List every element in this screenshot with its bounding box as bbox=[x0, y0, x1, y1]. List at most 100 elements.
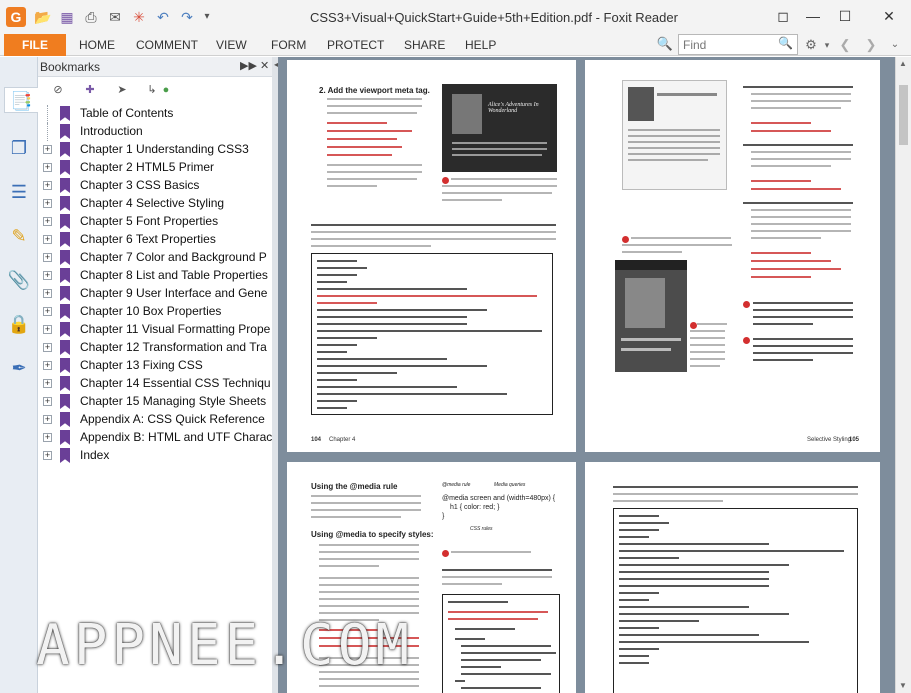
bookmark-flag-icon bbox=[60, 142, 70, 157]
bookmark-item[interactable]: + Chapter 13 Fixing CSS bbox=[38, 357, 272, 375]
menu-form[interactable]: FORM bbox=[271, 38, 306, 52]
layers-icon[interactable]: ☰ bbox=[6, 179, 32, 205]
expand-toggle-icon[interactable]: + bbox=[43, 217, 52, 226]
signature-icon[interactable]: ✒ bbox=[6, 355, 32, 381]
bookmark-item[interactable]: + Chapter 5 Font Properties bbox=[38, 213, 272, 231]
bookmark-item[interactable]: + Chapter 12 Transformation and Tra bbox=[38, 339, 272, 357]
expand-toggle-icon[interactable]: + bbox=[43, 379, 52, 388]
bookmark-flag-icon bbox=[60, 250, 70, 265]
bookmark-item[interactable]: + Chapter 6 Text Properties bbox=[38, 231, 272, 249]
code-listing-4-19 bbox=[613, 508, 858, 693]
bookmark-item[interactable]: Table of Contents bbox=[38, 105, 272, 123]
bookmark-item[interactable]: + Index bbox=[38, 447, 272, 465]
settings-dropdown-icon[interactable]: ▾ bbox=[818, 35, 836, 55]
bookmark-item[interactable]: + Appendix B: HTML and UTF Charac bbox=[38, 429, 272, 447]
expand-toggle-icon[interactable]: + bbox=[43, 181, 52, 190]
bookmark-item[interactable]: + Chapter 1 Understanding CSS3 bbox=[38, 141, 272, 159]
expand-toggle-icon[interactable]: + bbox=[43, 397, 52, 406]
bookmark-item[interactable]: + Chapter 7 Color and Background P bbox=[38, 249, 272, 267]
expand-toggle-icon[interactable]: + bbox=[43, 325, 52, 334]
menu-view[interactable]: VIEW bbox=[216, 38, 247, 52]
bookmark-flag-icon bbox=[60, 322, 70, 337]
bookmark-flag-icon bbox=[60, 178, 70, 193]
expand-toggle-icon[interactable]: + bbox=[43, 145, 52, 154]
file-tab[interactable]: FILE bbox=[4, 34, 66, 56]
menu-share[interactable]: SHARE bbox=[404, 38, 445, 52]
find-previous-icon[interactable]: ❮ bbox=[836, 35, 854, 55]
scrollbar-thumb[interactable] bbox=[899, 85, 908, 145]
open-folder-icon[interactable]: 📂 bbox=[34, 8, 52, 26]
bookmark-item[interactable]: + Chapter 2 HTML5 Primer bbox=[38, 159, 272, 177]
security-icon[interactable]: 🔒 bbox=[6, 311, 32, 337]
bookmark-label: Introduction bbox=[80, 124, 143, 138]
bookmark-item[interactable]: + Appendix A: CSS Quick Reference bbox=[38, 411, 272, 429]
menu-help[interactable]: HELP bbox=[465, 38, 496, 52]
find-folder-icon[interactable]: 🔍 bbox=[656, 35, 674, 53]
menu-home[interactable]: HOME bbox=[79, 38, 115, 52]
bookmark-label: Table of Contents bbox=[80, 106, 174, 120]
find-bookmark-icon[interactable]: ● bbox=[158, 82, 174, 98]
panel-expand-icon[interactable]: ▶▶ bbox=[240, 59, 257, 72]
bookmark-label: Chapter 11 Visual Formatting Prope bbox=[80, 322, 271, 336]
bookmark-flag-icon bbox=[60, 394, 70, 409]
expand-toggle-icon[interactable]: + bbox=[43, 271, 52, 280]
bookmark-flag-icon bbox=[60, 448, 70, 463]
find-next-icon[interactable]: ❯ bbox=[862, 35, 880, 55]
maximize-button[interactable]: ☐ bbox=[832, 6, 858, 26]
bookmark-item[interactable]: + Chapter 4 Selective Styling bbox=[38, 195, 272, 213]
print-icon[interactable]: ⎙ bbox=[82, 8, 100, 26]
bookmark-item[interactable]: + Chapter 11 Visual Formatting Prope bbox=[38, 321, 272, 339]
bookmark-flag-icon bbox=[60, 268, 70, 283]
menu-protect[interactable]: PROTECT bbox=[327, 38, 384, 52]
expand-toggle-icon[interactable]: + bbox=[43, 451, 52, 460]
vertical-scrollbar[interactable]: ▲ ▼ bbox=[895, 57, 911, 693]
new-icon[interactable]: ✳ bbox=[130, 8, 148, 26]
bookmark-item[interactable]: + Chapter 15 Managing Style Sheets bbox=[38, 393, 272, 411]
expand-toggle-icon[interactable]: + bbox=[43, 361, 52, 370]
expand-toggle-icon[interactable]: + bbox=[43, 289, 52, 298]
pdf-page-107 bbox=[585, 462, 880, 693]
undo-icon[interactable]: ↶ bbox=[154, 8, 172, 26]
bookmark-flag-icon bbox=[60, 430, 70, 445]
expand-toggle-icon[interactable]: + bbox=[43, 415, 52, 424]
expand-toggle-icon[interactable]: + bbox=[43, 433, 52, 442]
foxit-logo-icon[interactable]: G bbox=[6, 7, 26, 27]
pdf-page-105: Selective Styling 105 bbox=[585, 60, 880, 452]
add-bookmark-icon[interactable]: ✚ bbox=[82, 82, 98, 98]
comments-icon[interactable]: ✎ bbox=[6, 223, 32, 249]
bookmark-label: Chapter 1 Understanding CSS3 bbox=[80, 142, 249, 156]
move-bookmark-icon[interactable]: ➤ bbox=[114, 82, 130, 98]
customize-dropdown-icon[interactable]: ▾ bbox=[198, 8, 216, 26]
bookmark-panel-icon[interactable]: 📑 bbox=[4, 87, 38, 113]
minimize-button[interactable]: — bbox=[800, 6, 826, 26]
page-number: 104 bbox=[311, 437, 322, 443]
email-icon[interactable]: ✉ bbox=[106, 8, 124, 26]
expand-toggle-icon[interactable]: + bbox=[43, 163, 52, 172]
bookmark-item[interactable]: + Chapter 3 CSS Basics bbox=[38, 177, 272, 195]
bookmark-item[interactable]: + Chapter 14 Essential CSS Techniqu bbox=[38, 375, 272, 393]
navigation-panel-strip: 📑 ❐ ☰ ✎ 📎 🔒 ✒ bbox=[0, 57, 38, 693]
ribbon-expand-icon[interactable]: ⌄ bbox=[886, 35, 904, 55]
panel-close-icon[interactable]: ✕ bbox=[260, 59, 269, 72]
expand-toggle-icon[interactable]: + bbox=[43, 235, 52, 244]
restore-ribbon-icon[interactable]: ◻ bbox=[770, 6, 796, 26]
scroll-down-icon[interactable]: ▼ bbox=[899, 681, 907, 690]
expand-toggle-icon[interactable]: + bbox=[43, 199, 52, 208]
delete-bookmark-icon[interactable]: ⊘ bbox=[50, 82, 66, 98]
expand-toggle-icon[interactable]: + bbox=[43, 307, 52, 316]
scroll-up-icon[interactable]: ▲ bbox=[899, 59, 907, 68]
expand-toggle-icon[interactable]: + bbox=[43, 253, 52, 262]
bookmark-item[interactable]: + Chapter 8 List and Table Properties bbox=[38, 267, 272, 285]
bookmark-item[interactable]: + Chapter 9 User Interface and Gene bbox=[38, 285, 272, 303]
save-icon[interactable]: ▦ bbox=[58, 8, 76, 26]
redo-icon[interactable]: ↷ bbox=[178, 8, 196, 26]
menu-comment[interactable]: COMMENT bbox=[136, 38, 198, 52]
close-button[interactable]: ✕ bbox=[876, 6, 902, 26]
document-view[interactable]: 2. Add the viewport meta tag. Alice's Ad… bbox=[278, 57, 895, 693]
pages-icon[interactable]: ❐ bbox=[6, 135, 32, 161]
bookmark-item[interactable]: + Chapter 10 Box Properties bbox=[38, 303, 272, 321]
attachments-icon[interactable]: 📎 bbox=[6, 267, 32, 293]
bookmark-item[interactable]: Introduction bbox=[38, 123, 272, 141]
search-icon[interactable]: 🔍 bbox=[778, 36, 793, 50]
expand-toggle-icon[interactable]: + bbox=[43, 343, 52, 352]
